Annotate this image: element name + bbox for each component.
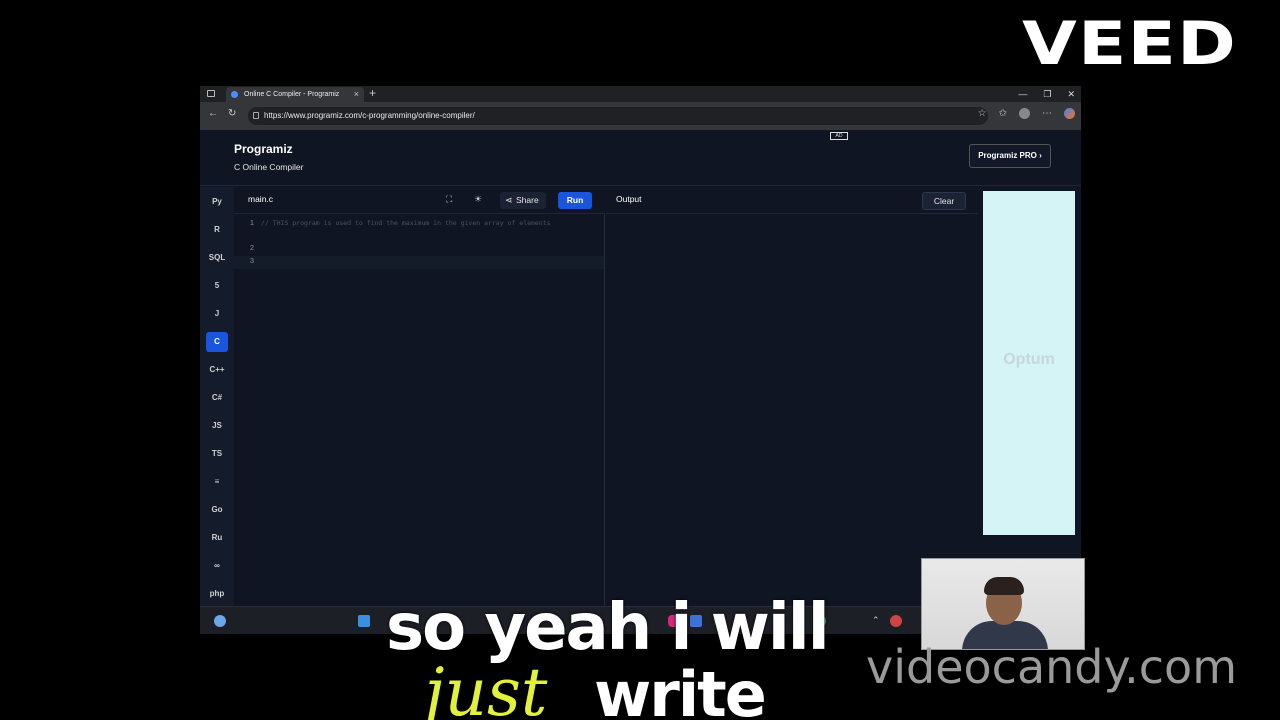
- code-editor[interactable]: 1 2 3 // THIS program is used to find th…: [234, 214, 605, 634]
- active-line: [234, 256, 604, 269]
- address-bar-icons: ☆ ✩ ⋯: [978, 108, 1075, 119]
- editor-toolbar: main.c ⛶ ☀ ⋖ Share Run: [234, 187, 605, 214]
- go-icon[interactable]: Go: [206, 500, 228, 520]
- csharp-icon[interactable]: C#: [206, 388, 228, 408]
- brand-logo[interactable]: Programiz: [234, 142, 293, 156]
- veed-logo: VEED: [1022, 9, 1238, 79]
- tray-icon[interactable]: [890, 615, 902, 627]
- tab-actions-icon[interactable]: [207, 90, 215, 97]
- line-number-gutter: 1 2 3: [242, 218, 254, 268]
- line-number: 2: [249, 243, 254, 252]
- new-tab-icon[interactable]: +: [369, 86, 376, 101]
- caption-word: write: [594, 658, 767, 720]
- tab-bar: Online C Compiler - Programiz × + — ❐ ✕: [200, 86, 1081, 102]
- stack-icon[interactable]: ≡: [206, 472, 228, 492]
- site-header: Programiz C Online Compiler AD Programiz…: [200, 130, 1081, 186]
- browser-tab[interactable]: Online C Compiler - Programiz ×: [226, 87, 364, 102]
- output-header: Output Clear: [606, 187, 978, 214]
- clear-button[interactable]: Clear: [922, 192, 966, 210]
- programiz-pro-button[interactable]: Programiz PRO ›: [969, 144, 1051, 168]
- run-button[interactable]: Run: [558, 192, 592, 209]
- url-text: https://www.programiz.com/c-programming/…: [264, 111, 475, 120]
- theme-toggle-icon[interactable]: ☀: [474, 194, 482, 205]
- rust-icon[interactable]: Ru: [206, 528, 228, 548]
- presenter-hair: [984, 577, 1024, 595]
- line-number: 1: [249, 218, 254, 227]
- copilot-icon[interactable]: [1064, 108, 1075, 119]
- favicon-icon: [231, 91, 238, 98]
- kotlin-icon[interactable]: ∞: [206, 556, 228, 576]
- windows-start-icon[interactable]: [358, 615, 370, 627]
- favorites-icon[interactable]: ✩: [999, 108, 1007, 119]
- star-icon[interactable]: ☆: [978, 108, 987, 119]
- close-tab-icon[interactable]: ×: [354, 87, 359, 102]
- close-window-icon[interactable]: ✕: [1067, 86, 1075, 102]
- typescript-icon[interactable]: TS: [206, 444, 228, 464]
- more-icon[interactable]: ⋯: [1042, 108, 1052, 119]
- back-icon[interactable]: ←: [208, 108, 218, 119]
- tab-title: Online C Compiler - Programiz: [244, 91, 340, 98]
- lock-icon: [253, 112, 259, 119]
- refresh-icon[interactable]: ↻: [228, 108, 236, 119]
- share-button[interactable]: ⋖ Share: [500, 192, 546, 209]
- profile-avatar[interactable]: [1019, 108, 1030, 119]
- share-icon: ⋖: [505, 195, 513, 205]
- webcam-overlay: [921, 558, 1085, 650]
- url-input[interactable]: https://www.programiz.com/c-programming/…: [248, 107, 988, 125]
- sql-icon[interactable]: SQL: [206, 248, 228, 268]
- page-title: C Online Compiler: [234, 162, 304, 172]
- code-comment-line[interactable]: // THIS program is used to find the maxi…: [261, 217, 591, 230]
- line-number: 3: [249, 255, 254, 265]
- ad-panel[interactable]: Optum: [983, 191, 1075, 535]
- python-icon[interactable]: Py: [206, 192, 228, 212]
- caption-line-1: so yeah i will: [386, 591, 830, 665]
- javascript-icon[interactable]: JS: [206, 416, 228, 436]
- language-sidebar: Py R SQL 5 J C C++ C# JS TS ≡ Go Ru ∞ ph…: [200, 187, 234, 634]
- videocandy-watermark: videocandy.com: [866, 640, 1238, 694]
- video-frame: VEED Online C Compiler - Programiz × + —…: [0, 0, 1280, 720]
- restore-icon[interactable]: ❐: [1043, 86, 1051, 102]
- output-label: Output: [616, 194, 642, 204]
- ad-brand-text: Optum: [1003, 351, 1055, 368]
- c-icon[interactable]: C: [206, 332, 228, 352]
- browser-window: Online C Compiler - Programiz × + — ❐ ✕ …: [200, 86, 1081, 634]
- line-number: [242, 231, 254, 244]
- html-icon[interactable]: 5: [206, 276, 228, 296]
- share-label: Share: [516, 195, 539, 205]
- java-icon[interactable]: J: [206, 304, 228, 324]
- weather-icon[interactable]: [214, 615, 226, 627]
- caption-highlight-word: just: [424, 654, 548, 720]
- minimize-icon[interactable]: —: [1018, 86, 1027, 102]
- file-tab-main-c[interactable]: main.c: [248, 194, 273, 204]
- fullscreen-icon[interactable]: ⛶: [446, 194, 452, 205]
- address-bar: ← ↻ https://www.programiz.com/c-programm…: [200, 102, 1081, 130]
- ad-badge: AD: [830, 132, 848, 140]
- chevron-up-icon[interactable]: ⌃: [872, 615, 884, 627]
- r-icon[interactable]: R: [206, 220, 228, 240]
- cpp-icon[interactable]: C++: [206, 360, 228, 380]
- php-icon[interactable]: php: [206, 584, 228, 604]
- window-controls: — ❐ ✕: [1018, 86, 1075, 102]
